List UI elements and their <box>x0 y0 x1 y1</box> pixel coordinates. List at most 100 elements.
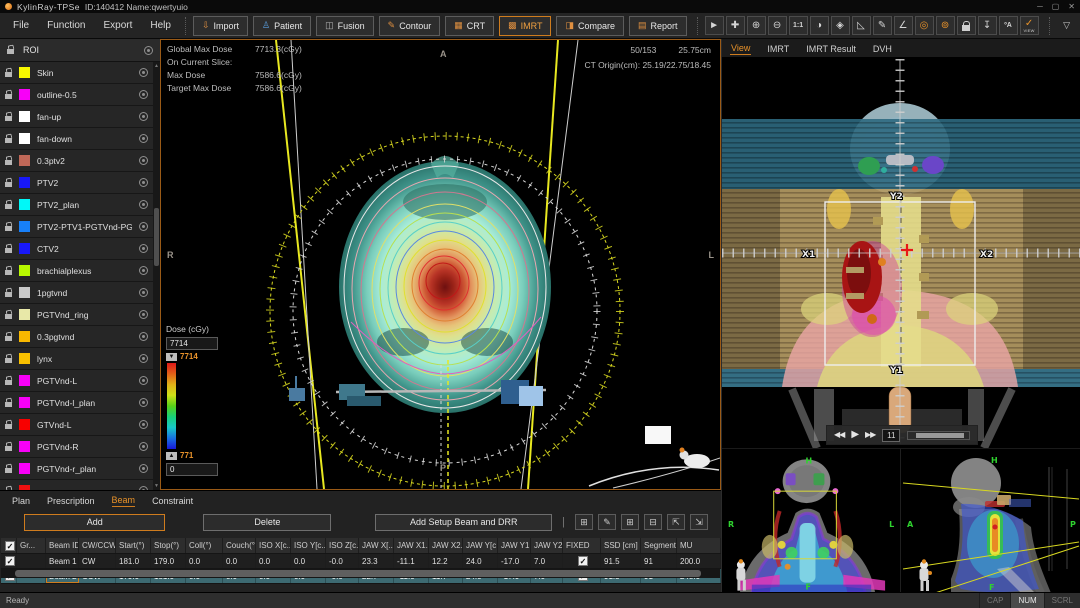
lock-icon[interactable] <box>5 72 12 77</box>
point-profile-tool-icon[interactable]: ◺ <box>852 16 871 35</box>
roi-item[interactable]: outline-0.5 <box>0 84 153 106</box>
eye-icon[interactable] <box>139 156 148 165</box>
eye-icon[interactable] <box>139 178 148 187</box>
lock-tool-icon[interactable] <box>957 16 976 35</box>
roi-color-swatch[interactable] <box>19 309 30 320</box>
roi-color-swatch[interactable] <box>19 177 30 188</box>
table-tool-button-2[interactable]: ⊟ <box>644 514 662 530</box>
sagittal-subview[interactable]: A P H F <box>901 449 1080 593</box>
pointer-tool-icon[interactable]: ► <box>705 16 724 35</box>
row-checkbox[interactable]: ✓ <box>5 556 15 566</box>
roi-color-swatch[interactable] <box>19 419 30 430</box>
step-backward-button[interactable]: ◀◀ <box>834 431 844 439</box>
actual-size-tool-icon[interactable]: 1:1 <box>789 16 808 35</box>
roi-color-swatch[interactable] <box>19 353 30 364</box>
playback-slider[interactable] <box>907 431 970 440</box>
lock-icon[interactable] <box>5 380 12 385</box>
pan-tool-icon[interactable]: ✚ <box>726 16 745 35</box>
scroll-down-icon[interactable]: ▼ <box>153 483 160 489</box>
add-beam-button[interactable]: Add <box>24 514 165 531</box>
eye-icon[interactable] <box>144 46 153 55</box>
tab-plan[interactable]: Plan <box>12 496 30 507</box>
roi-item[interactable]: 0.3ptv2 <box>0 150 153 172</box>
tab-view[interactable]: View <box>730 43 751 55</box>
table-horizontal-scrollbar[interactable] <box>1 569 720 578</box>
coronal-subview[interactable]: R L H F <box>722 449 901 593</box>
angle-tool-icon[interactable]: ∠ <box>894 16 913 35</box>
eye-icon[interactable] <box>139 200 148 209</box>
roi-item[interactable]: PGTVnd_ring <box>0 304 153 326</box>
roi-item[interactable]: PGTVnd-r_plan <box>0 458 153 480</box>
toolbar-button-fusion[interactable]: ◫Fusion <box>316 16 374 36</box>
lock-icon[interactable] <box>5 204 12 209</box>
lock-icon[interactable] <box>5 138 12 143</box>
menu-help[interactable]: Help <box>141 13 180 38</box>
toolbar-button-import[interactable]: ⇩Import <box>193 16 248 36</box>
lock-icon[interactable] <box>5 94 12 99</box>
eye-icon[interactable] <box>139 420 148 429</box>
dose-max-input[interactable]: 7714 <box>166 337 218 350</box>
roi-item[interactable]: PGTVnd-l_plan <box>0 392 153 414</box>
roi-item[interactable]: PTV2_plan <box>0 194 153 216</box>
frame-number-input[interactable]: 11 <box>882 429 900 442</box>
zoom-out-tool-icon[interactable]: ⊖ <box>768 16 787 35</box>
roi-color-swatch[interactable] <box>19 155 30 166</box>
lock-icon[interactable] <box>5 446 12 451</box>
lock-icon[interactable] <box>5 160 12 165</box>
toolbar-button-patient[interactable]: ♙Patient <box>253 16 311 36</box>
table-tool-button-1[interactable]: ⊞ <box>621 514 639 530</box>
roi-color-swatch[interactable] <box>19 287 30 298</box>
table-tool-button-3[interactable]: ⇱ <box>667 514 685 530</box>
menu-function[interactable]: Function <box>38 13 94 38</box>
tab-constraint[interactable]: Constraint <box>152 496 193 507</box>
roi-color-swatch[interactable] <box>19 67 30 78</box>
toolbar-button-report[interactable]: ▤Report <box>629 16 687 36</box>
roi-item[interactable]: PTV2 <box>0 172 153 194</box>
toolbar-button-imrt[interactable]: ▩IMRT <box>499 16 551 36</box>
lock-icon[interactable] <box>7 49 14 54</box>
axial-viewport[interactable]: Global Max Dose7713.3(cGy) On Current Sl… <box>160 39 721 490</box>
roi-item[interactable]: PTV2-PTV1-PGTVnd-PGTVn <box>0 216 153 238</box>
copy-beam-button[interactable]: ⊞ <box>575 514 593 530</box>
delete-beam-button[interactable]: Delete <box>203 514 331 531</box>
eye-icon[interactable] <box>139 134 148 143</box>
play-button[interactable]: ▶ <box>851 431 858 439</box>
roi-item[interactable]: 1pgtvnd <box>0 282 153 304</box>
save-view-tool-icon[interactable]: ↧ <box>978 16 997 35</box>
edit-beam-button[interactable]: ✎ <box>598 514 616 530</box>
roi-color-swatch[interactable] <box>19 133 30 144</box>
roi-color-swatch[interactable] <box>19 331 30 342</box>
roi-color-swatch[interactable] <box>19 375 30 386</box>
eye-icon[interactable] <box>139 442 148 451</box>
eye-icon[interactable] <box>139 288 148 297</box>
dose-min-input[interactable]: 0 <box>166 463 218 476</box>
lock-icon[interactable] <box>5 468 12 473</box>
collimator-tool-icon[interactable]: ⊚ <box>936 16 955 35</box>
roi-item[interactable] <box>0 480 153 490</box>
eye-icon[interactable] <box>139 112 148 121</box>
roi-scroll-thumb[interactable] <box>154 208 159 266</box>
roi-color-swatch[interactable] <box>19 397 30 408</box>
eye-icon[interactable] <box>139 266 148 275</box>
rotate-3d-tool-icon[interactable]: ◈ <box>831 16 850 35</box>
lock-icon[interactable] <box>5 314 12 319</box>
dose-lower-marker-icon[interactable]: ▲ <box>166 452 177 460</box>
roi-item[interactable]: 0.3pgtvnd <box>0 326 153 348</box>
lock-icon[interactable] <box>5 248 12 253</box>
menu-export[interactable]: Export <box>94 13 141 38</box>
roi-item[interactable]: Skin <box>0 62 153 84</box>
lock-icon[interactable] <box>5 424 12 429</box>
table-scroll-thumb[interactable] <box>15 570 701 577</box>
roi-color-swatch[interactable] <box>19 221 30 232</box>
minimize-button[interactable]: ─ <box>1037 3 1043 11</box>
lock-icon[interactable] <box>5 402 12 407</box>
roi-item[interactable]: brachialplexus <box>0 260 153 282</box>
lock-icon[interactable] <box>5 182 12 187</box>
add-setup-beam-drr-button[interactable]: Add Setup Beam and DRR <box>375 514 552 531</box>
eye-icon[interactable] <box>139 398 148 407</box>
eye-icon[interactable] <box>139 222 148 231</box>
annotation-tool-icon[interactable]: ºA <box>999 16 1018 35</box>
eye-icon[interactable] <box>139 376 148 385</box>
toolbar-button-contour[interactable]: ✎Contour <box>379 16 441 36</box>
window-level-tool-icon[interactable]: ◑ <box>810 16 829 35</box>
